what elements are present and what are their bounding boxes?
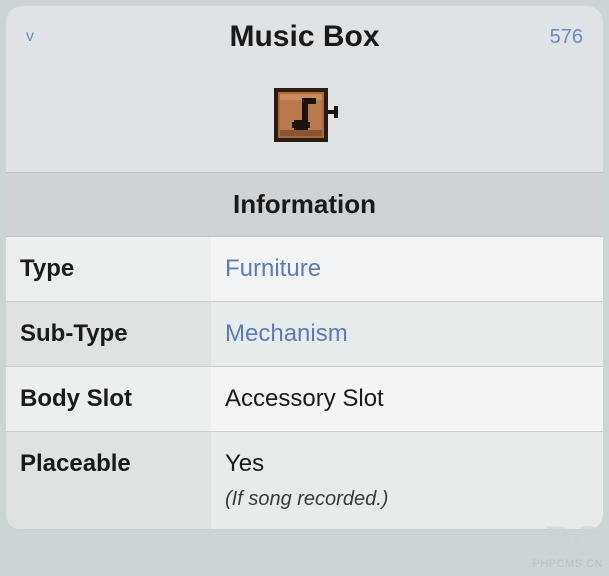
row-value-bodyslot: Accessory Slot [211, 367, 603, 431]
row-value-placeable: Yes (If song recorded.) [211, 432, 603, 529]
row-label-type: Type [6, 237, 211, 301]
row-label-subtype: Sub-Type [6, 302, 211, 366]
placeable-note: (If song recorded.) [225, 488, 589, 511]
row-value-subtype[interactable]: Mechanism [211, 302, 603, 366]
section-header-information: Information [6, 172, 603, 237]
table-row: Body Slot Accessory Slot [6, 367, 603, 432]
watermark-text: PHPCMS.CN [532, 558, 603, 570]
panel-header: v Music Box 576 [6, 6, 603, 64]
nav-letter[interactable]: v [26, 28, 86, 46]
info-panel: v Music Box 576 Information Type Furnitu… [6, 6, 603, 530]
table-row: Sub-Type Mechanism [6, 302, 603, 367]
music-box-icon [270, 84, 340, 148]
info-table: Type Furniture Sub-Type Mechanism Body S… [6, 237, 603, 530]
row-label-placeable: Placeable [6, 432, 211, 529]
table-row: Placeable Yes (If song recorded.) [6, 432, 603, 530]
item-title: Music Box [86, 20, 523, 54]
watermark: PC PHPCMS.CN [532, 524, 603, 570]
table-row: Type Furniture [6, 237, 603, 302]
item-icon-row [6, 64, 603, 172]
placeable-value: Yes [225, 450, 264, 477]
row-value-type[interactable]: Furniture [211, 237, 603, 301]
item-id[interactable]: 576 [523, 26, 583, 49]
watermark-logo: PC [532, 524, 603, 558]
row-label-bodyslot: Body Slot [6, 367, 211, 431]
